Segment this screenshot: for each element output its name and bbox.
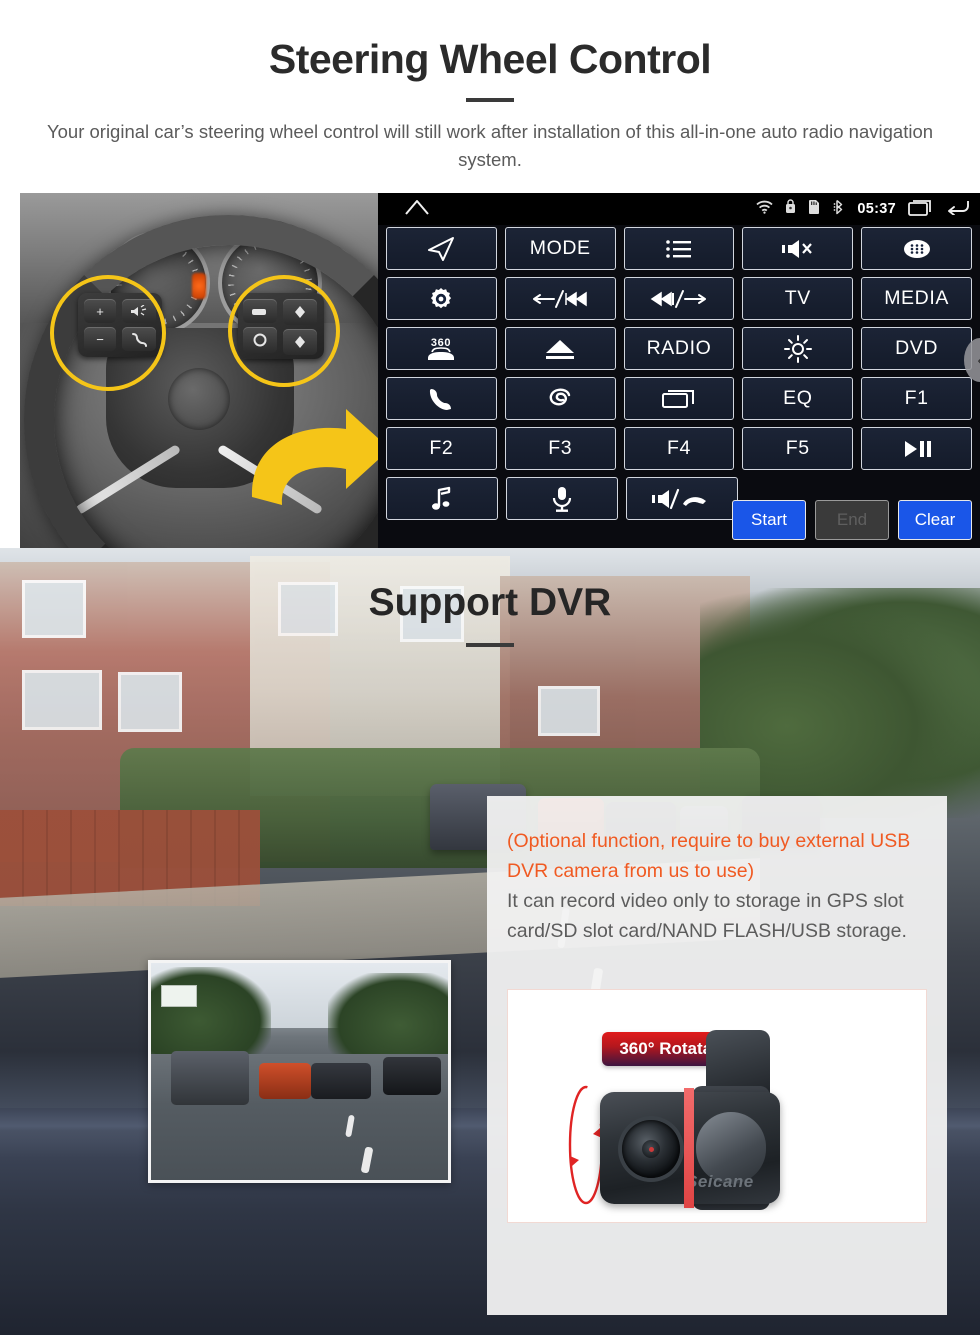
phone-icon [430,388,452,410]
swc-button-previous[interactable] [504,277,616,320]
yellow-pointer-arrow [251,409,378,505]
speaker-hangup-icon [652,488,706,509]
sd-card-icon [808,199,821,220]
previous-track-icon [533,289,587,308]
swc-button-f4[interactable]: F4 [623,427,735,470]
head-unit-screen: 05:37 MODE TV MEDIA 360 RADIO DVD EQ F1 … [378,193,980,548]
back-arrow-icon[interactable] [946,198,970,220]
microphone-icon [552,486,572,512]
swc-button-play-pause[interactable] [861,427,972,470]
swirl-icon [549,388,571,405]
button-row: F2 F3 F4 F5 [386,427,972,470]
swc-button-f2[interactable]: F2 [386,427,497,470]
for-sale-sign [161,985,197,1007]
app-drawer-icon [903,239,930,258]
support-dvr-section: Support DVR (Optional function, require … [0,548,980,1335]
steering-wheel-control-section: Steering Wheel Control Your original car… [0,0,980,548]
button-row: TV MEDIA [386,277,972,320]
camera-brand-label: Seicane [686,1172,754,1191]
right-pad-highlight-circle [228,275,340,387]
360-camera-car-icon: 360 [428,337,455,360]
dvr-info-card: (Optional function, require to buy exter… [487,796,947,1315]
swc-button-settings[interactable] [386,277,497,320]
dvr-title: Support DVR [368,581,612,624]
android-status-bar: 05:37 [378,193,980,225]
swc-button-f1[interactable]: F1 [861,377,972,420]
next-track-icon [650,289,706,308]
lock-icon [785,199,796,219]
swc-button-mute[interactable] [742,227,854,270]
swc-button-f3[interactable]: F3 [504,427,616,470]
eject-icon [546,339,575,359]
swc-button-tv[interactable]: TV [742,277,854,320]
play-pause-icon [904,440,931,457]
page-title: Steering Wheel Control [268,36,712,82]
title-divider [466,98,514,102]
swc-button-phone[interactable] [386,377,497,420]
swc-button-app-drawer[interactable] [861,227,972,270]
button-row: EQ F1 [386,377,972,420]
learning-control-buttons: Start End Clear [732,500,972,540]
section-header: Steering Wheel Control Your original car… [0,0,980,193]
recent-apps-icon[interactable] [908,198,934,221]
camera-lens [622,1120,680,1178]
swc-button-next[interactable] [623,277,735,320]
button-row: MODE [386,227,972,270]
swc-button-music[interactable] [386,477,498,520]
swc-button-screen-off[interactable] [623,377,735,420]
section-subtitle: Your original car’s steering wheel contr… [46,121,934,170]
dvr-recording-thumbnail [148,960,451,1183]
camera-red-ring [684,1088,694,1208]
swc-button-microphone[interactable] [506,477,618,520]
bluetooth-icon [833,199,845,220]
start-button[interactable]: Start [732,500,806,540]
button-row: 360 RADIO DVD [386,327,972,370]
swc-button-f5[interactable]: F5 [742,427,854,470]
dvr-description: It can record video only to storage in G… [507,890,907,942]
status-bar-clock: 05:37 [857,201,896,217]
navigation-arrow-icon [428,236,455,261]
swc-button-eq[interactable]: EQ [742,377,854,420]
steering-wheel-learning-grid: MODE TV MEDIA 360 RADIO DVD EQ F1 F2 F3 … [386,227,972,527]
swc-button-eject[interactable] [504,327,616,370]
dvr-optional-note: (Optional function, require to buy exter… [507,830,911,882]
swc-button-media[interactable]: MEDIA [861,277,972,320]
swc-button-speaker-hangup[interactable] [626,477,738,520]
screen-off-icon [661,389,694,408]
swc-button-brightness[interactable] [742,327,854,370]
wifi-icon [756,200,774,219]
list-menu-icon [666,239,691,258]
steering-wheel-photo: + − [20,193,378,548]
left-pad-highlight-circle [50,275,166,391]
swc-button-swirl[interactable] [504,377,616,420]
dvr-title-divider [466,643,514,647]
end-button: End [815,500,889,540]
home-icon[interactable] [404,199,430,220]
swc-button-mode[interactable]: MODE [504,227,616,270]
swc-button-list[interactable] [623,227,735,270]
brightness-icon [783,334,812,363]
mute-speaker-icon [781,239,812,258]
clear-button[interactable]: Clear [898,500,972,540]
swc-button-360-camera[interactable]: 360 [386,327,497,370]
swc-button-dvd[interactable]: DVD [861,327,972,370]
swc-button-radio[interactable]: RADIO [623,327,735,370]
settings-gear-icon [431,287,452,308]
swc-button-navigation[interactable] [386,227,497,270]
dvr-camera-image: 360° Rotatable Seicane Optional Function [507,989,927,1223]
music-note-icon [432,486,451,510]
